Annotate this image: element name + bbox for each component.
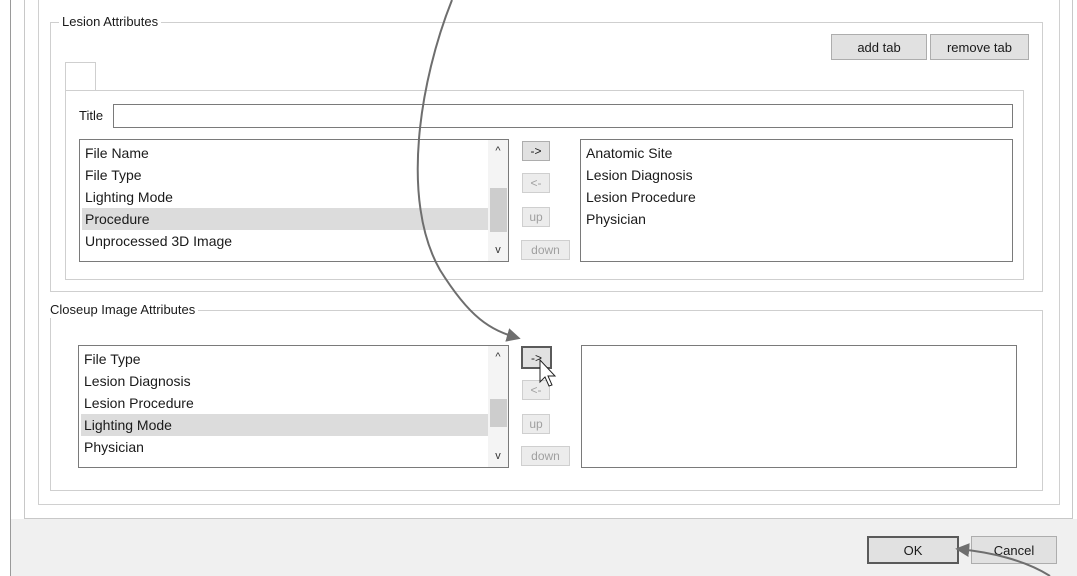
chevron-up-icon[interactable]: ^ xyxy=(488,142,508,160)
list-item[interactable]: Lesion Procedure xyxy=(81,392,488,414)
chevron-down-icon[interactable]: v xyxy=(488,241,508,259)
list-item[interactable]: Unprocessed 3D Image xyxy=(82,230,488,252)
title-field[interactable] xyxy=(113,104,1013,128)
window-edge xyxy=(10,0,11,576)
move-up-button[interactable]: up xyxy=(522,414,550,434)
list-item-partial[interactable] xyxy=(82,252,488,261)
move-up-button[interactable]: up xyxy=(522,207,550,227)
chevron-down-icon[interactable]: v xyxy=(488,447,508,465)
remove-tab-button[interactable]: remove tab xyxy=(930,34,1029,60)
move-down-button[interactable]: down xyxy=(521,240,570,260)
ok-button[interactable]: OK xyxy=(867,536,959,564)
list-item[interactable]: Lesion Diagnosis xyxy=(81,370,488,392)
closeup-chosen-list[interactable] xyxy=(581,345,1017,468)
scrollbar[interactable]: ^ v xyxy=(488,346,508,467)
tab-untitled[interactable] xyxy=(65,62,96,91)
list-item-selected[interactable]: Lighting Mode xyxy=(81,414,488,436)
move-left-button[interactable]: <- xyxy=(522,380,550,400)
list-item-partial[interactable] xyxy=(81,458,488,467)
chevron-up-icon[interactable]: ^ xyxy=(488,348,508,366)
scroll-thumb[interactable] xyxy=(490,399,507,427)
move-down-button[interactable]: down xyxy=(521,446,570,466)
list-item[interactable]: Physician xyxy=(583,208,646,230)
list-item[interactable]: Anatomic Site xyxy=(583,142,672,164)
title-field-label: Title xyxy=(79,108,104,123)
move-right-button[interactable]: -> xyxy=(521,346,552,369)
add-tab-button[interactable]: add tab xyxy=(831,34,927,60)
list-item[interactable]: File Type xyxy=(81,348,488,370)
list-item[interactable]: File Type xyxy=(82,164,488,186)
list-item[interactable]: Physician xyxy=(81,436,488,458)
list-item[interactable]: File Name xyxy=(82,142,488,164)
closeup-available-list[interactable]: File Type Lesion Diagnosis Lesion Proced… xyxy=(78,345,509,468)
lesion-attributes-title: Lesion Attributes xyxy=(59,14,162,30)
move-left-button[interactable]: <- xyxy=(522,173,550,193)
scrollbar[interactable]: ^ v xyxy=(488,140,508,261)
closeup-attributes-title: Closeup Image Attributes xyxy=(50,302,199,318)
scroll-thumb[interactable] xyxy=(490,188,507,232)
list-item-selected[interactable]: Procedure xyxy=(82,208,488,230)
lesion-available-list[interactable]: File Name File Type Lighting Mode Proced… xyxy=(79,139,509,262)
list-item[interactable]: Lesion Diagnosis xyxy=(583,164,693,186)
cancel-button[interactable]: Cancel xyxy=(971,536,1057,564)
list-item[interactable]: Lighting Mode xyxy=(82,186,488,208)
lesion-chosen-list[interactable]: Anatomic Site Lesion Diagnosis Lesion Pr… xyxy=(580,139,1013,262)
move-right-button[interactable]: -> xyxy=(522,141,550,161)
list-item[interactable]: Lesion Procedure xyxy=(583,186,696,208)
